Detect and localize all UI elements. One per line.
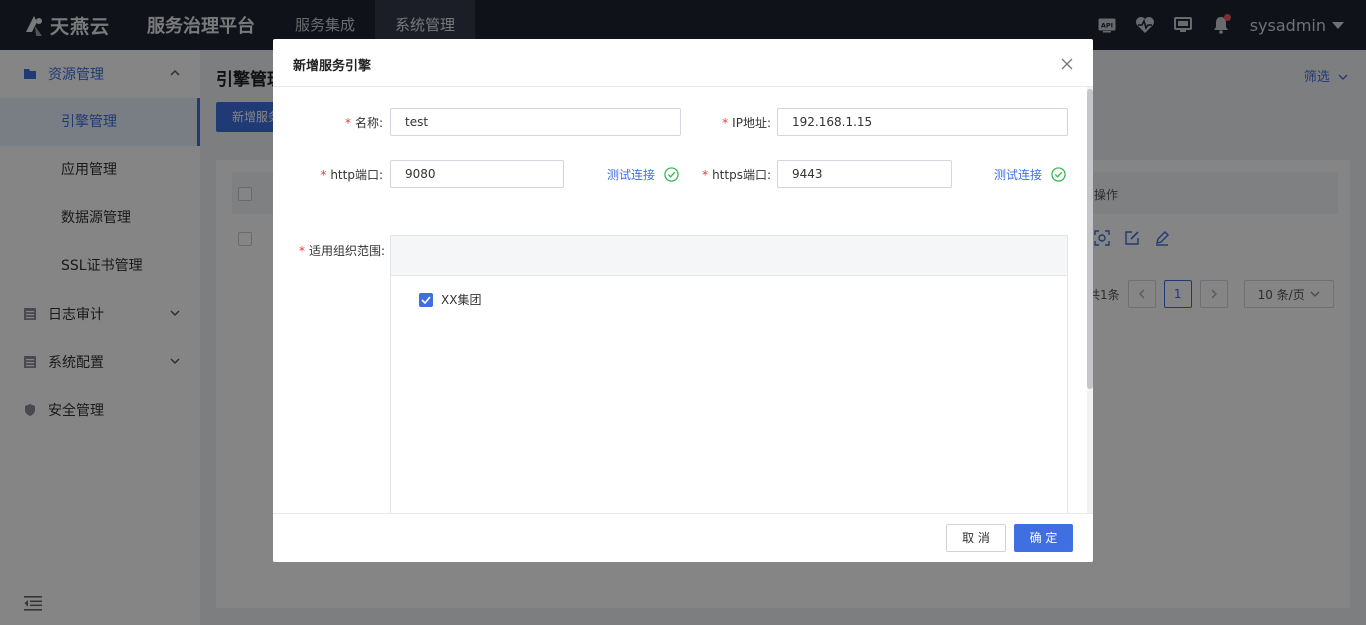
https-test-connection-link[interactable]: 测试连接 [994, 166, 1066, 183]
org-tree-header [391, 236, 1067, 276]
dialog-footer: 取 消 确 定 [273, 513, 1093, 562]
new-engine-dialog: 新增服务引擎 * 名称: test * IP地址: 192.168.1.15 * ht… [273, 39, 1093, 562]
name-label: * 名称: [344, 116, 383, 130]
dialog-scrollbar-thumb[interactable] [1087, 89, 1093, 389]
required-mark: * [298, 244, 305, 258]
http-port-input[interactable]: 9080 [390, 160, 564, 188]
required-mark: * [722, 116, 729, 130]
ok-button[interactable]: 确 定 [1014, 524, 1073, 552]
check-circle-icon [1051, 167, 1066, 182]
check-circle-icon [664, 167, 679, 182]
dialog-body: * 名称: test * IP地址: 192.168.1.15 * http端口: 9… [273, 87, 1093, 513]
cancel-button[interactable]: 取 消 [946, 524, 1006, 552]
required-mark: * [702, 168, 709, 182]
http-test-connection-link[interactable]: 测试连接 [607, 166, 679, 183]
name-input[interactable]: test [390, 108, 681, 136]
dialog-title: 新增服务引擎 [293, 59, 372, 74]
dialog-header: 新增服务引擎 [273, 39, 1093, 87]
https-port-label: * https端口: [702, 168, 771, 182]
required-mark: * [344, 116, 351, 130]
required-mark: * [320, 168, 327, 182]
ip-label: * IP地址: [722, 116, 771, 130]
org-item-label: XX集团 [441, 293, 482, 307]
org-tree-item[interactable]: XX集团 [419, 291, 481, 308]
close-icon[interactable] [1061, 58, 1073, 70]
org-item-checkbox[interactable] [419, 292, 433, 307]
dialog-scrollbar[interactable] [1087, 87, 1093, 513]
org-scope-label: * 适用组织范围: [298, 244, 385, 258]
ip-input[interactable]: 192.168.1.15 [777, 108, 1068, 136]
http-port-label: * http端口: [320, 168, 383, 182]
org-scope-tree: XX集团 [390, 235, 1068, 513]
https-port-input[interactable]: 9443 [777, 160, 952, 188]
